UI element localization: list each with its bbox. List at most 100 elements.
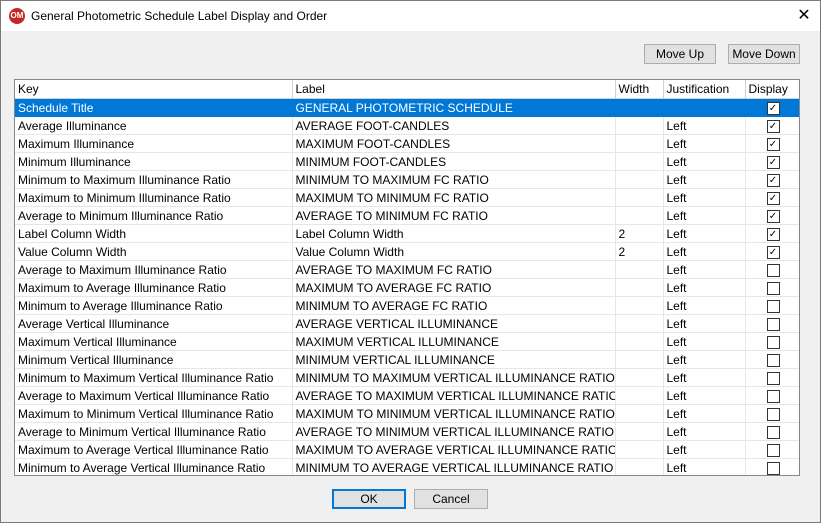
column-header-justification[interactable]: Justification [663, 80, 746, 99]
move-down-button[interactable]: Move Down [728, 44, 800, 64]
label-cell[interactable]: MAXIMUM TO MINIMUM VERTICAL ILLUMINANCE … [292, 404, 616, 423]
display-checkbox[interactable] [766, 407, 780, 421]
key-cell[interactable]: Schedule Title [15, 98, 293, 117]
table-row[interactable]: Maximum Illuminance MAXIMUM FOOT-CANDLES L… [15, 134, 799, 153]
justification-cell[interactable]: Left [663, 206, 746, 225]
justification-cell[interactable]: Left [663, 134, 746, 153]
width-cell[interactable] [615, 422, 664, 441]
table-row[interactable]: Average to Minimum Illuminance Ratio AVER… [15, 206, 799, 225]
display-checkbox[interactable] [766, 335, 780, 349]
key-cell[interactable]: Value Column Width [15, 242, 293, 261]
key-cell[interactable]: Maximum to Minimum Illuminance Ratio [15, 188, 293, 207]
table-row[interactable]: Maximum to Minimum Illuminance Ratio MAXI… [15, 188, 799, 207]
key-cell[interactable]: Maximum to Minimum Vertical Illuminance … [15, 404, 293, 423]
width-cell[interactable] [615, 404, 664, 423]
justification-cell[interactable]: Left [663, 404, 746, 423]
width-cell[interactable] [615, 386, 664, 405]
display-checkbox[interactable] [766, 263, 780, 277]
key-cell[interactable]: Maximum to Average Illuminance Ratio [15, 278, 293, 297]
justification-cell[interactable]: Left [663, 242, 746, 261]
label-cell[interactable]: MAXIMUM FOOT-CANDLES [292, 134, 616, 153]
table-row[interactable]: Value Column Width Value Column Width 2 Lef… [15, 242, 799, 261]
label-cell[interactable]: MAXIMUM VERTICAL ILLUMINANCE [292, 332, 616, 351]
label-grid[interactable]: Key Label Width Justification Display Sc… [14, 79, 800, 476]
display-checkbox[interactable]: ✓ [766, 191, 780, 205]
label-cell[interactable]: Value Column Width [292, 242, 616, 261]
key-cell[interactable]: Maximum Vertical Illuminance [15, 332, 293, 351]
label-cell[interactable]: MAXIMUM TO AVERAGE FC RATIO [292, 278, 616, 297]
key-cell[interactable]: Average Illuminance [15, 116, 293, 135]
display-checkbox[interactable] [766, 461, 780, 475]
justification-cell[interactable]: Left [663, 386, 746, 405]
key-cell[interactable]: Average to Maximum Illuminance Ratio [15, 260, 293, 279]
display-checkbox[interactable]: ✓ [766, 155, 780, 169]
table-row[interactable]: Minimum Vertical Illuminance MINIMUM VERT… [15, 350, 799, 369]
table-row[interactable]: Minimum Illuminance MINIMUM FOOT-CANDLES L… [15, 152, 799, 171]
display-checkbox[interactable] [766, 443, 780, 457]
width-cell[interactable] [615, 134, 664, 153]
width-cell[interactable] [615, 260, 664, 279]
table-row[interactable]: Minimum to Average Vertical Illuminance … [15, 458, 799, 475]
label-cell[interactable]: MINIMUM TO AVERAGE VERTICAL ILLUMINANCE … [292, 458, 616, 475]
close-icon[interactable]: ✕ [788, 1, 820, 31]
table-row[interactable]: Maximum to Average Vertical Illuminance … [15, 440, 799, 459]
table-row[interactable]: Schedule Title GENERAL PHOTOMETRIC SCHEDU… [15, 98, 799, 117]
width-cell[interactable] [615, 296, 664, 315]
width-cell[interactable] [615, 170, 664, 189]
label-cell[interactable]: AVERAGE TO MAXIMUM FC RATIO [292, 260, 616, 279]
key-cell[interactable]: Minimum to Maximum Vertical Illuminance … [15, 368, 293, 387]
justification-cell[interactable]: Left [663, 296, 746, 315]
label-cell[interactable]: AVERAGE FOOT-CANDLES [292, 116, 616, 135]
ok-button[interactable]: OK [332, 489, 406, 509]
justification-cell[interactable]: Left [663, 188, 746, 207]
justification-cell[interactable]: Left [663, 170, 746, 189]
display-checkbox[interactable]: ✓ [766, 119, 780, 133]
table-row[interactable]: Minimum to Average Illuminance Ratio MINI… [15, 296, 799, 315]
label-cell[interactable]: MINIMUM VERTICAL ILLUMINANCE [292, 350, 616, 369]
width-cell[interactable] [615, 206, 664, 225]
key-cell[interactable]: Minimum Vertical Illuminance [15, 350, 293, 369]
display-checkbox[interactable] [766, 353, 780, 367]
key-cell[interactable]: Maximum to Average Vertical Illuminance … [15, 440, 293, 459]
width-cell[interactable] [615, 278, 664, 297]
width-cell[interactable] [615, 188, 664, 207]
label-cell[interactable]: MINIMUM TO MAXIMUM FC RATIO [292, 170, 616, 189]
label-cell[interactable]: MINIMUM TO AVERAGE FC RATIO [292, 296, 616, 315]
display-checkbox[interactable]: ✓ [766, 209, 780, 223]
table-row[interactable]: Minimum to Maximum Vertical Illuminance … [15, 368, 799, 387]
display-checkbox[interactable]: ✓ [766, 227, 780, 241]
table-row[interactable]: Average Vertical Illuminance AVERAGE VERT… [15, 314, 799, 333]
justification-cell[interactable]: Left [663, 332, 746, 351]
table-row[interactable]: Minimum to Maximum Illuminance Ratio MINI… [15, 170, 799, 189]
justification-cell[interactable]: Left [663, 314, 746, 333]
table-row[interactable]: Average Illuminance AVERAGE FOOT-CANDLES L… [15, 116, 799, 135]
column-header-width[interactable]: Width [615, 80, 664, 99]
width-cell[interactable] [615, 368, 664, 387]
display-checkbox[interactable]: ✓ [766, 101, 780, 115]
justification-cell[interactable]: Left [663, 422, 746, 441]
display-checkbox[interactable] [766, 299, 780, 313]
table-row[interactable]: Maximum to Average Illuminance Ratio MAXI… [15, 278, 799, 297]
label-cell[interactable]: AVERAGE TO MAXIMUM VERTICAL ILLUMINANCE … [292, 386, 616, 405]
column-header-key[interactable]: Key [15, 80, 293, 99]
display-checkbox[interactable] [766, 317, 780, 331]
justification-cell[interactable]: Left [663, 278, 746, 297]
display-checkbox[interactable] [766, 371, 780, 385]
key-cell[interactable]: Minimum to Maximum Illuminance Ratio [15, 170, 293, 189]
display-checkbox[interactable]: ✓ [766, 173, 780, 187]
display-checkbox[interactable] [766, 425, 780, 439]
width-cell[interactable]: 2 [615, 224, 664, 243]
cancel-button[interactable]: Cancel [414, 489, 488, 509]
display-checkbox[interactable] [766, 281, 780, 295]
width-cell[interactable] [615, 314, 664, 333]
label-cell[interactable]: Label Column Width [292, 224, 616, 243]
label-cell[interactable]: AVERAGE VERTICAL ILLUMINANCE [292, 314, 616, 333]
display-checkbox[interactable]: ✓ [766, 245, 780, 259]
table-row[interactable]: Maximum to Minimum Vertical Illuminance … [15, 404, 799, 423]
justification-cell[interactable] [663, 98, 746, 117]
label-cell[interactable]: MAXIMUM TO AVERAGE VERTICAL ILLUMINANCE … [292, 440, 616, 459]
move-up-button[interactable]: Move Up [644, 44, 716, 64]
table-row[interactable]: Average to Maximum Vertical Illuminance … [15, 386, 799, 405]
column-header-display[interactable]: Display [745, 80, 799, 99]
label-cell[interactable]: MINIMUM TO MAXIMUM VERTICAL ILLUMINANCE … [292, 368, 616, 387]
